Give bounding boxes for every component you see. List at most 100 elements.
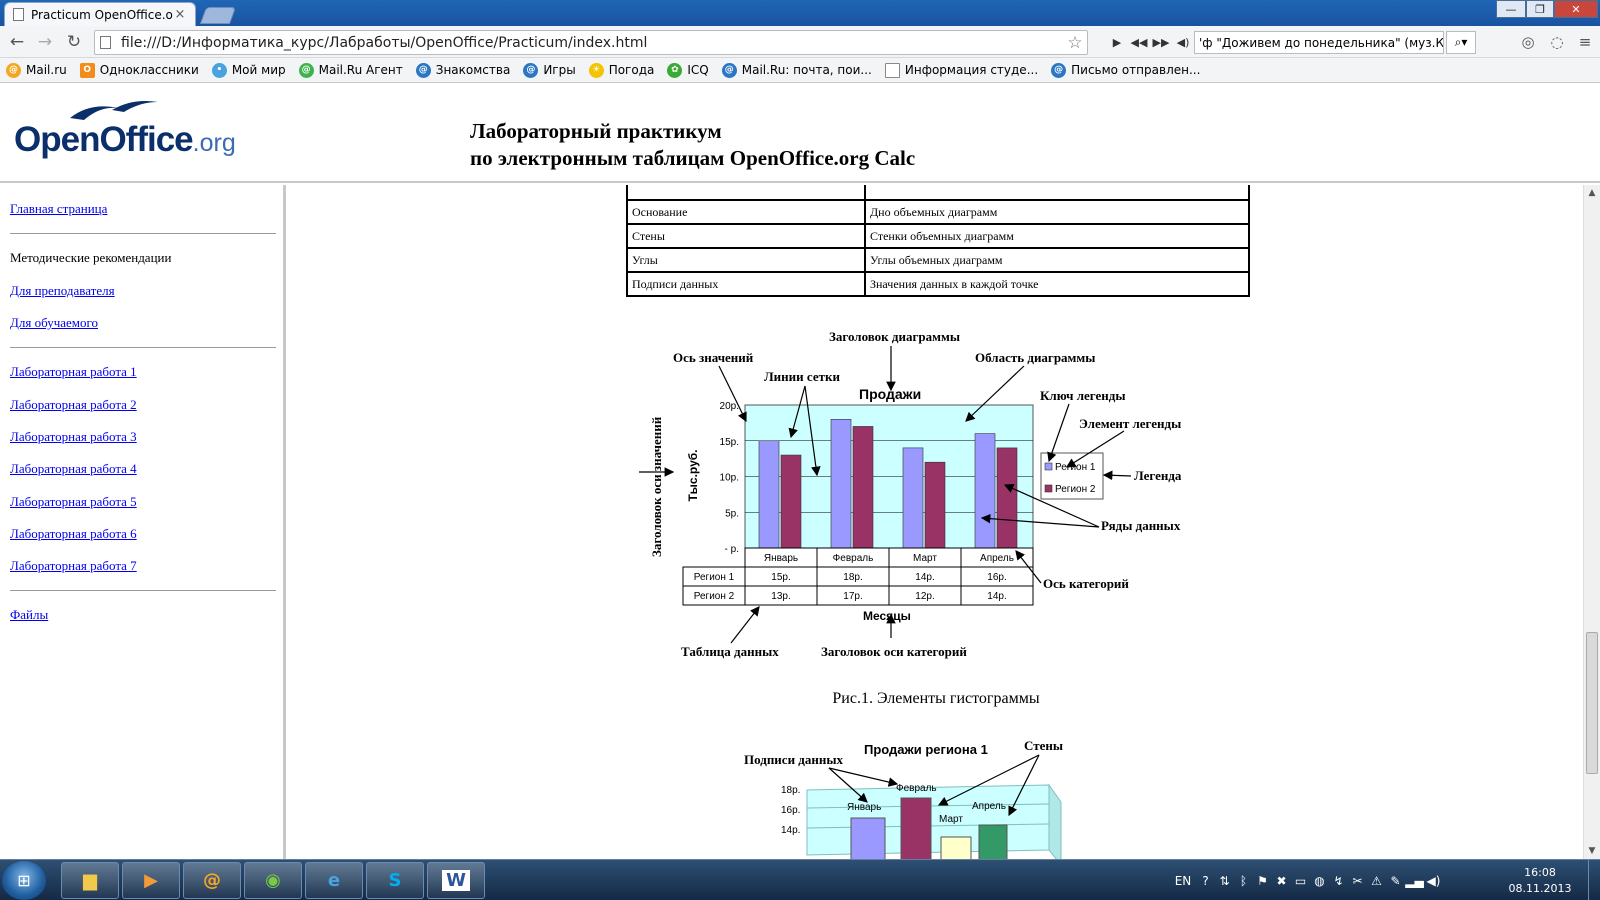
bar-1-2 xyxy=(830,419,852,549)
bluetooth-icon[interactable]: ᛒ xyxy=(1234,874,1253,888)
data-label: Март xyxy=(939,814,963,825)
taskbar-media-player[interactable]: ▶ xyxy=(122,862,180,899)
menu-icon[interactable]: ≡ xyxy=(1574,32,1596,52)
language-indicator[interactable]: EN xyxy=(1170,874,1196,888)
callout-legend: Легенда xyxy=(1134,468,1182,483)
nav-lab6-link[interactable]: Лабораторная работа 6 xyxy=(10,526,137,542)
volume-icon[interactable]: ◀) xyxy=(1424,874,1443,888)
reload-icon[interactable]: ↻ xyxy=(63,32,85,52)
nav-lab1-link[interactable]: Лабораторная работа 1 xyxy=(10,364,137,380)
taskbar-clock[interactable]: 16:08 08.11.2013 xyxy=(1500,865,1580,897)
bookmark-star-icon[interactable]: ☆ xyxy=(1063,33,1087,53)
nav-files-link[interactable]: Файлы xyxy=(10,607,48,623)
taskbar-word[interactable]: W xyxy=(427,862,485,899)
scrollbar-thumb[interactable] xyxy=(1586,632,1598,774)
nav-lab4-link[interactable]: Лабораторная работа 4 xyxy=(10,461,137,477)
show-desktop-button[interactable] xyxy=(1588,860,1600,900)
vertical-scrollbar[interactable]: ▲ ▼ xyxy=(1583,185,1600,859)
callout-data-series: Ряды данных xyxy=(1101,518,1181,533)
previous-icon[interactable]: ◀◀ xyxy=(1128,36,1150,49)
forward-arrow-icon[interactable]: → xyxy=(34,32,56,52)
y-tick-label: 15р. xyxy=(720,437,739,448)
nav-lab3-link[interactable]: Лабораторная работа 3 xyxy=(10,429,137,445)
maximize-button[interactable]: ❐ xyxy=(1526,0,1554,18)
player-search-icon[interactable]: ⌕▾ xyxy=(1446,31,1476,54)
network-icon[interactable]: ⇅ xyxy=(1215,874,1234,888)
bookmark-mail-search[interactable]: @ Mail.Ru: почта, пои... xyxy=(721,62,872,78)
display-icon[interactable]: ▭ xyxy=(1291,874,1310,888)
volume-icon[interactable]: ◀) xyxy=(1172,36,1194,49)
help-icon[interactable]: ? xyxy=(1196,874,1215,888)
back-arrow-icon[interactable]: ← xyxy=(6,32,28,52)
nav-teacher-link[interactable]: Для преподавателя xyxy=(10,283,115,299)
bar-february xyxy=(900,797,932,859)
bookmark-igry[interactable]: @ Игры xyxy=(523,62,576,78)
update-icon[interactable]: ◍ xyxy=(1310,874,1329,888)
nav-student-link[interactable]: Для обучаемого xyxy=(10,315,98,331)
weather-icon: ☀ xyxy=(588,62,604,78)
sync-icon[interactable]: ↯ xyxy=(1329,874,1348,888)
security-icon[interactable]: ⚠ xyxy=(1367,874,1386,888)
address-bar[interactable]: ☆ xyxy=(94,30,1088,55)
taskbar-internet-explorer[interactable]: e xyxy=(305,862,363,899)
callout-grid-lines: Линии сетки xyxy=(764,369,840,384)
close-window-button[interactable]: ✕ xyxy=(1554,0,1598,18)
bookmark-znakomstva[interactable]: @ Знакомства xyxy=(415,62,510,78)
dating-icon: @ xyxy=(415,62,431,78)
y-tick-label: 14р. xyxy=(781,825,800,836)
start-button[interactable]: ⊞ xyxy=(2,861,46,900)
bookmark-icq[interactable]: ✿ ICQ xyxy=(667,62,709,78)
bookmark-odnoklassniki[interactable]: O Одноклассники xyxy=(79,62,199,78)
taskbar-browser[interactable]: ◉ xyxy=(244,862,302,899)
callout-chart-area: Область диаграммы xyxy=(975,350,1095,365)
scroll-down-icon[interactable]: ▼ xyxy=(1584,843,1600,859)
taskbar-mail-agent[interactable]: @ xyxy=(183,862,241,899)
callout-data-table: Таблица данных xyxy=(681,644,779,659)
figure-2-chart: Продажи региона 1 Подписи данных Стены 1… xyxy=(744,738,1063,859)
nav-lab7-link[interactable]: Лабораторная работа 7 xyxy=(10,558,137,574)
bar-2-2 xyxy=(852,426,874,549)
nav-lab5-link[interactable]: Лабораторная работа 5 xyxy=(10,494,137,510)
bookmark-letter-sent[interactable]: @ Письмо отправлен... xyxy=(1051,62,1200,78)
antivirus-icon[interactable]: ✖ xyxy=(1272,874,1291,888)
x-tick-label: Февраль xyxy=(833,553,874,564)
data-table-cell: 13р. xyxy=(771,591,790,602)
player-track-title: 'ф "Доживем до понедельника" (муз.К.Молч xyxy=(1194,31,1444,54)
tab-close-icon[interactable]: × xyxy=(173,7,187,22)
bookmark-mailru[interactable]: @ Mail.ru xyxy=(6,62,67,78)
bookmarks-bar: @ Mail.ru O Одноклассники • Мой мир @ Mail.R… xyxy=(0,58,1600,83)
taskbar-explorer[interactable]: ▆ xyxy=(61,862,119,899)
taskbar-skype[interactable]: S xyxy=(366,862,424,899)
extension-icon[interactable]: ◎ xyxy=(1517,32,1539,52)
minimize-button[interactable]: — xyxy=(1496,0,1526,18)
flag-icon[interactable]: ⚑ xyxy=(1253,874,1272,888)
nav-home-link[interactable]: Главная страница xyxy=(10,201,107,217)
bookmark-agent[interactable]: @ Mail.Ru Агент xyxy=(298,62,403,78)
url-input[interactable] xyxy=(121,34,1063,51)
chart-side-wall xyxy=(1048,783,1062,859)
gulls-logo-icon xyxy=(70,101,158,120)
bar-april xyxy=(978,824,1008,859)
browser-tab[interactable]: Practicum OpenOffice.org × xyxy=(4,2,196,26)
bar-1-3 xyxy=(902,447,924,549)
data-table-cell: 18р. xyxy=(843,572,862,583)
wifi-icon[interactable]: ▂▄ xyxy=(1405,874,1424,888)
data-table-cell: 14р. xyxy=(987,591,1006,602)
bookmark-pogoda[interactable]: ☀ Погода xyxy=(588,62,654,78)
nav-divider xyxy=(10,347,276,348)
bar-2-4 xyxy=(996,447,1018,549)
next-icon[interactable]: ▶▶ xyxy=(1150,36,1172,49)
music-player: ▶ ◀◀ ▶▶ ◀) 'ф "Доживем до понедельника" … xyxy=(1106,30,1476,55)
agent-icon: @ xyxy=(203,870,221,891)
scroll-up-icon[interactable]: ▲ xyxy=(1584,185,1600,201)
games-icon: @ xyxy=(523,62,539,78)
edit-icon[interactable]: ✎ xyxy=(1386,874,1405,888)
new-tab-button[interactable] xyxy=(199,7,237,24)
bookmark-moy-mir[interactable]: • Мой мир xyxy=(211,62,286,78)
callout-value-axis: Ось значений xyxy=(673,350,754,365)
tool-icon[interactable]: ✂ xyxy=(1348,874,1367,888)
bookmark-student-info[interactable]: Информация студе... xyxy=(884,62,1038,78)
nav-lab2-link[interactable]: Лабораторная работа 2 xyxy=(10,397,137,413)
settings-icon[interactable]: ◌ xyxy=(1546,32,1568,52)
play-icon[interactable]: ▶ xyxy=(1106,36,1128,49)
